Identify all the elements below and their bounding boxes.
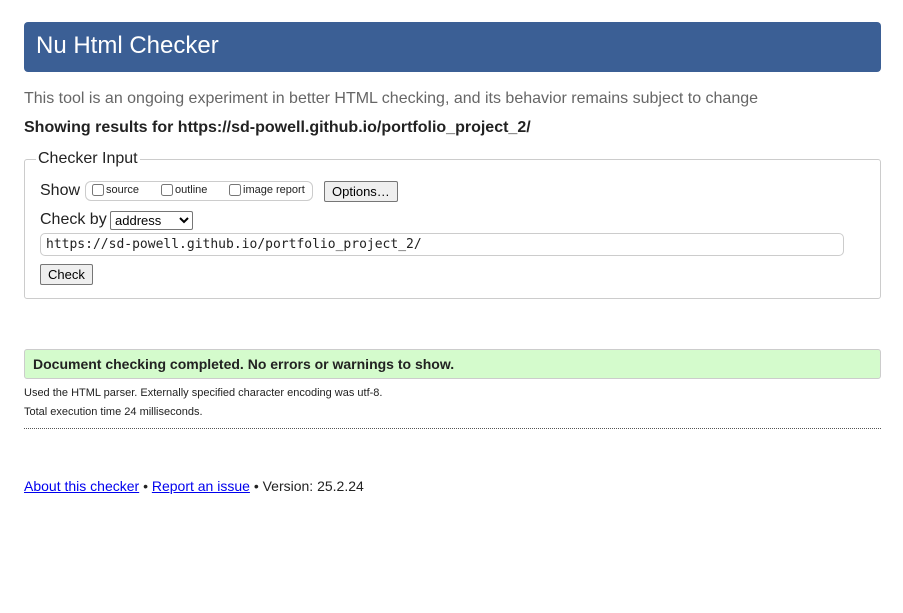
show-label: Show: [40, 182, 81, 199]
outline-checkbox[interactable]: [161, 184, 173, 196]
outline-option[interactable]: outline: [161, 184, 207, 196]
image-report-option[interactable]: image report: [229, 184, 305, 196]
version-text: Version: 25.2.24: [262, 478, 364, 494]
parser-info: Used the HTML parser. Externally specifi…: [24, 387, 383, 399]
divider: [24, 428, 881, 429]
report-issue-link[interactable]: Report an issue: [152, 478, 250, 494]
separator: •: [253, 478, 259, 494]
check-button[interactable]: Check: [40, 264, 93, 285]
check-by-select[interactable]: address: [110, 211, 193, 230]
checker-input-legend: Checker Input: [36, 150, 140, 168]
page-header: Nu Html Checker: [24, 22, 881, 72]
outline-label: outline: [175, 184, 208, 196]
footer: About this checker • Report an issue • V…: [24, 478, 364, 494]
source-checkbox[interactable]: [92, 184, 104, 196]
showing-results-heading: Showing results for https://sd-powell.gi…: [24, 119, 531, 136]
source-option[interactable]: source: [92, 184, 139, 196]
page-title: Nu Html Checker: [36, 32, 219, 59]
options-button[interactable]: Options…: [324, 181, 398, 202]
about-link[interactable]: About this checker: [24, 478, 139, 494]
image-report-label: image report: [243, 184, 305, 196]
success-message: Document checking completed. No errors o…: [24, 349, 881, 379]
source-label: source: [106, 184, 140, 196]
image-report-checkbox[interactable]: [229, 184, 241, 196]
separator: •: [143, 478, 148, 494]
intro-text: This tool is an ongoing experiment in be…: [24, 90, 759, 107]
check-by-label: Check by: [40, 211, 107, 228]
url-input[interactable]: [40, 233, 844, 256]
execution-time: Total execution time 24 milliseconds.: [24, 406, 203, 418]
show-options-group: source outline image report: [85, 181, 313, 201]
